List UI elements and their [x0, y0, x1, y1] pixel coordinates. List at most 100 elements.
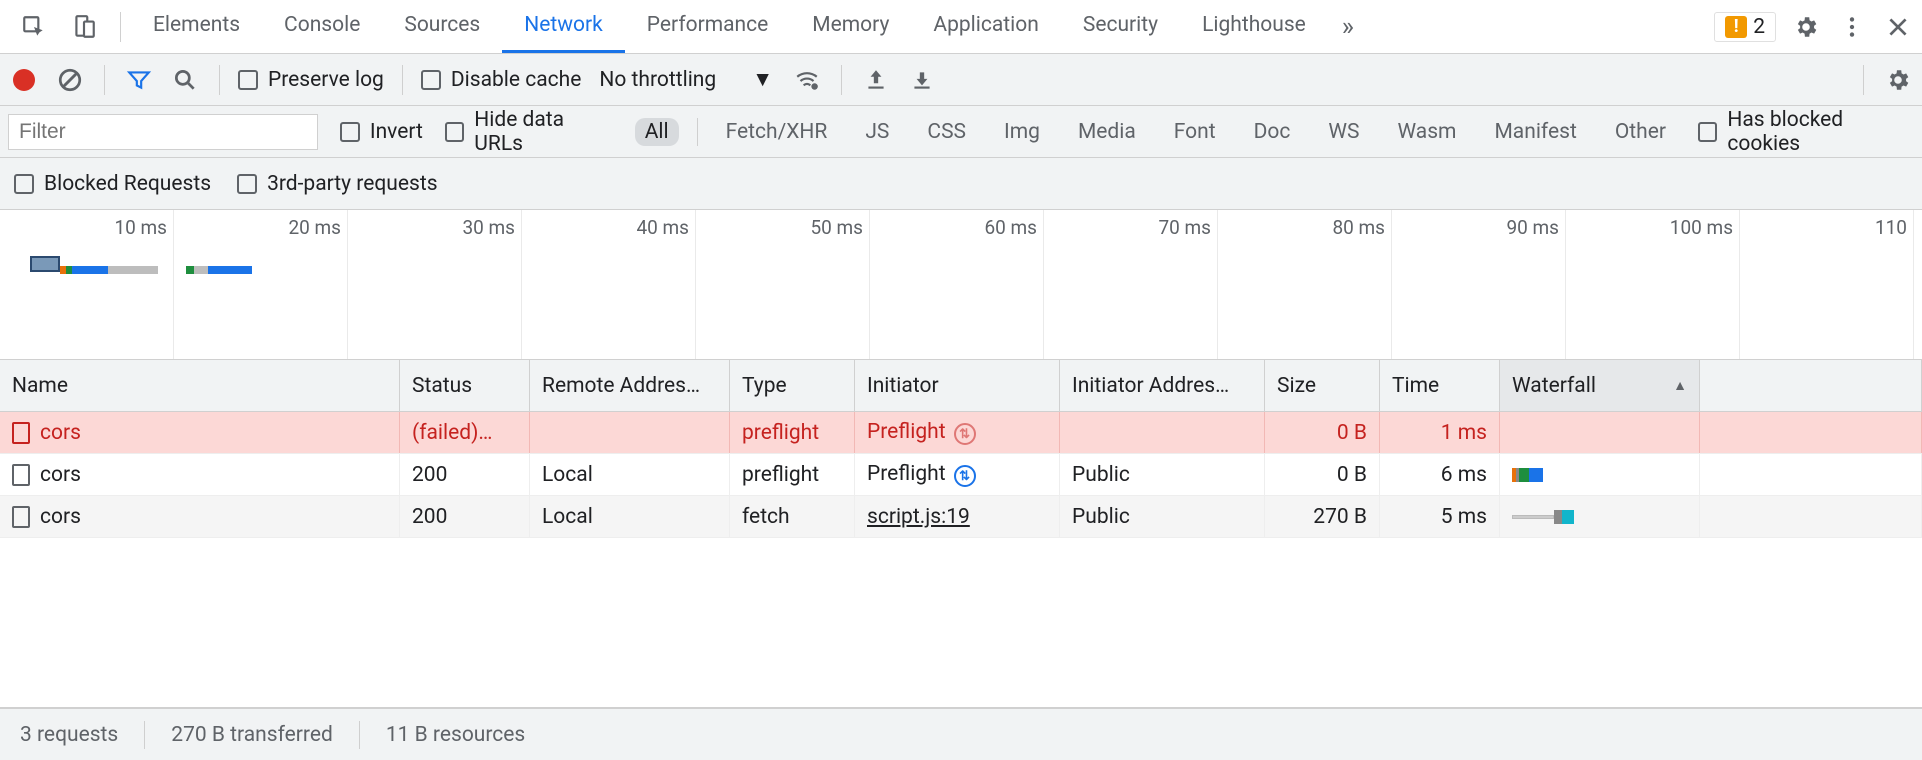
tab-network[interactable]: Network — [502, 0, 625, 53]
file-icon — [12, 464, 30, 486]
type-chip-js[interactable]: JS — [855, 118, 899, 146]
column-header-status[interactable]: Status — [400, 360, 530, 411]
network-filter-bar: Invert Hide data URLs All Fetch/XHR JS CSS I… — [0, 106, 1922, 158]
type-chip-wasm[interactable]: Wasm — [1387, 118, 1466, 146]
status-resources: 11 B resources — [386, 723, 525, 747]
network-status-bar: 3 requests 270 B transferred 11 B resour… — [0, 708, 1922, 760]
tab-console[interactable]: Console — [262, 0, 382, 53]
type-chip-css[interactable]: CSS — [917, 118, 976, 146]
column-header-initiator-addres-[interactable]: Initiator Addres… — [1060, 360, 1265, 411]
column-header-initiator[interactable]: Initiator — [855, 360, 1060, 411]
table-row[interactable]: cors200LocalpreflightPreflight⇅Public0 B… — [0, 454, 1922, 496]
tick-label: 100 ms — [1670, 216, 1733, 239]
search-icon[interactable] — [169, 64, 201, 96]
filter-input[interactable] — [8, 114, 318, 150]
type-chip-img[interactable]: Img — [994, 118, 1050, 146]
tick-label: 70 ms — [1158, 216, 1211, 239]
type-chip-ws[interactable]: WS — [1318, 118, 1369, 146]
type-chip-other[interactable]: Other — [1605, 118, 1676, 146]
cell-status: (failed)… — [400, 412, 530, 453]
more-tabs-chevron-icon[interactable]: » — [1332, 11, 1364, 43]
timeline-tick: 30 ms — [348, 210, 522, 359]
network-request-table: NameStatusRemote Addres…TypeInitiatorIni… — [0, 360, 1922, 708]
blocked-requests-checkbox[interactable]: Blocked Requests — [14, 172, 211, 196]
type-chip-all[interactable]: All — [635, 118, 679, 146]
issues-badge[interactable]: ! 2 — [1714, 12, 1776, 42]
divider — [120, 12, 121, 42]
network-overview-timeline[interactable]: 10 ms20 ms30 ms40 ms50 ms60 ms70 ms80 ms… — [0, 210, 1922, 360]
tab-memory[interactable]: Memory — [790, 0, 911, 53]
status-transferred: 270 B transferred — [171, 723, 333, 747]
tick-label: 60 ms — [984, 216, 1037, 239]
kebab-menu-icon[interactable] — [1836, 11, 1868, 43]
inspect-element-icon[interactable] — [18, 11, 50, 43]
column-header-remote-addres-[interactable]: Remote Addres… — [530, 360, 730, 411]
tab-application[interactable]: Application — [911, 0, 1060, 53]
table-row[interactable]: cors(failed)…preflightPreflight⇅0 B1 ms — [0, 412, 1922, 454]
third-party-label: 3rd-party requests — [267, 172, 437, 196]
issues-count: 2 — [1753, 15, 1765, 39]
import-har-icon[interactable] — [860, 64, 892, 96]
preflight-icon: ⇅ — [954, 423, 976, 445]
tab-sources[interactable]: Sources — [382, 0, 502, 53]
type-chip-font[interactable]: Font — [1164, 118, 1226, 146]
type-chip-manifest[interactable]: Manifest — [1484, 118, 1586, 146]
clear-icon[interactable] — [54, 64, 86, 96]
table-header[interactable]: NameStatusRemote Addres…TypeInitiatorIni… — [0, 360, 1922, 412]
has-blocked-cookies-label: Has blocked cookies — [1727, 108, 1914, 156]
filter-icon[interactable] — [123, 64, 155, 96]
has-blocked-cookies-checkbox[interactable]: Has blocked cookies — [1698, 108, 1914, 156]
column-header-time[interactable]: Time — [1380, 360, 1500, 411]
divider — [219, 65, 220, 95]
tick-label: 30 ms — [462, 216, 515, 239]
tick-label: 90 ms — [1506, 216, 1559, 239]
column-header-name[interactable]: Name — [0, 360, 400, 411]
network-conditions-icon[interactable] — [791, 64, 823, 96]
invert-checkbox[interactable]: Invert — [340, 120, 423, 144]
tab-elements[interactable]: Elements — [131, 0, 262, 53]
gear-icon[interactable] — [1790, 11, 1822, 43]
column-header-size[interactable]: Size — [1265, 360, 1380, 411]
cell-size: 0 B — [1265, 454, 1380, 495]
type-chip-doc[interactable]: Doc — [1244, 118, 1301, 146]
hide-data-urls-checkbox[interactable]: Hide data URLs — [445, 108, 613, 156]
timeline-tick: 80 ms — [1218, 210, 1392, 359]
type-chip-media[interactable]: Media — [1068, 118, 1146, 146]
cell-initiator: Preflight⇅ — [855, 454, 1060, 495]
cell-waterfall — [1500, 454, 1700, 495]
third-party-checkbox[interactable]: 3rd-party requests — [237, 172, 437, 196]
table-row[interactable]: cors200Localfetchscript.js:19Public270 B… — [0, 496, 1922, 538]
cell-type: preflight — [730, 412, 855, 453]
timeline-tick: 100 ms — [1566, 210, 1740, 359]
device-toolbar-icon[interactable] — [68, 11, 100, 43]
export-har-icon[interactable] — [906, 64, 938, 96]
type-chip-fetch-xhr[interactable]: Fetch/XHR — [716, 118, 838, 146]
record-button[interactable] — [8, 64, 40, 96]
preflight-icon: ⇅ — [954, 465, 976, 487]
tick-label: 80 ms — [1332, 216, 1385, 239]
hide-data-urls-label: Hide data URLs — [474, 108, 612, 156]
column-header-type[interactable]: Type — [730, 360, 855, 411]
disable-cache-checkbox[interactable]: Disable cache — [421, 68, 582, 92]
gear-icon[interactable] — [1882, 64, 1914, 96]
close-icon[interactable] — [1882, 11, 1914, 43]
cell-waterfall — [1500, 412, 1700, 453]
tab-performance[interactable]: Performance — [625, 0, 790, 53]
preserve-log-checkbox[interactable]: Preserve log — [238, 68, 384, 92]
cell-waterfall — [1500, 496, 1700, 537]
cell-remote: Local — [530, 454, 730, 495]
cell-initiator-addr: Public — [1060, 454, 1265, 495]
cell-status: 200 — [400, 496, 530, 537]
checkbox-icon — [237, 174, 257, 194]
timeline-tick: 70 ms — [1044, 210, 1218, 359]
invert-label: Invert — [370, 120, 423, 144]
throttling-select[interactable]: No throttling ▼ — [595, 68, 777, 92]
column-header-waterfall[interactable]: Waterfall▲ — [1500, 360, 1700, 411]
tab-security[interactable]: Security — [1061, 0, 1180, 53]
record-icon — [13, 69, 35, 91]
panel-tabs: ElementsConsoleSourcesNetworkPerformance… — [131, 0, 1328, 53]
cell-type: fetch — [730, 496, 855, 537]
tab-lighthouse[interactable]: Lighthouse — [1180, 0, 1328, 53]
blocked-requests-label: Blocked Requests — [44, 172, 211, 196]
cell-type: preflight — [730, 454, 855, 495]
